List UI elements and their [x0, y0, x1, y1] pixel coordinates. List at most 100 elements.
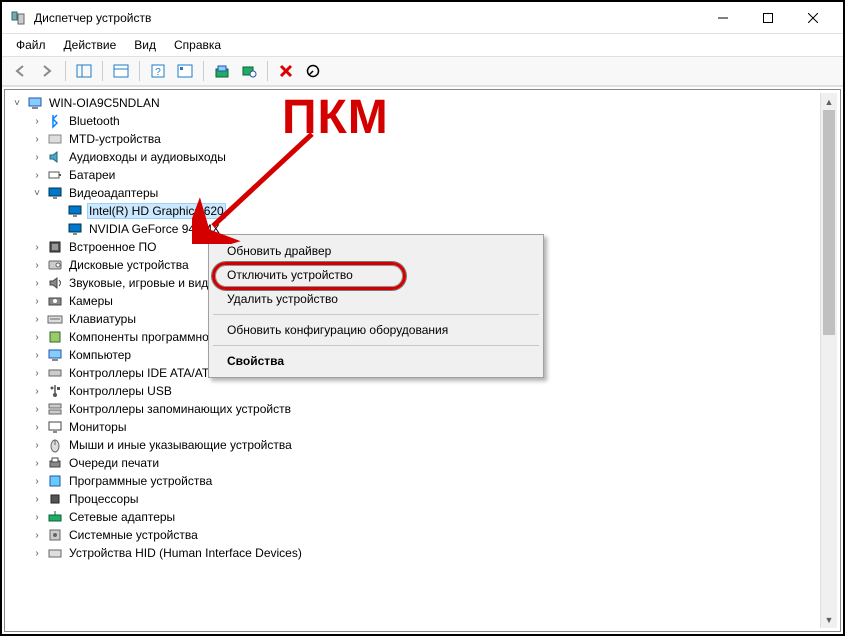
sound-icon — [47, 275, 63, 291]
expand-icon[interactable]: › — [31, 511, 43, 523]
category-label: Камеры — [67, 294, 115, 308]
display-icon — [47, 185, 63, 201]
toolbar-separator — [139, 61, 140, 81]
app-icon — [10, 10, 26, 26]
category-node[interactable]: ›Системные устройства — [31, 526, 838, 544]
expand-icon[interactable]: › — [31, 475, 43, 487]
expand-icon[interactable]: › — [31, 403, 43, 415]
expand-icon[interactable]: › — [31, 277, 43, 289]
expand-icon[interactable]: › — [31, 493, 43, 505]
menu-help[interactable]: Справка — [166, 36, 229, 54]
collapse-icon[interactable]: ˅ — [11, 97, 23, 109]
print-icon — [47, 455, 63, 471]
category-label: Аудиовходы и аудиовыходы — [67, 150, 228, 164]
svg-text:?: ? — [155, 67, 161, 78]
category-node[interactable]: ›Мониторы — [31, 418, 838, 436]
display-icon — [67, 221, 83, 237]
category-node[interactable]: › Программные устройства — [31, 472, 838, 490]
category-node[interactable]: › Батареи — [31, 166, 838, 184]
vertical-scrollbar[interactable]: ▲ ▼ — [820, 93, 837, 628]
category-label: MTD-устройства — [67, 132, 163, 146]
ctx-disable-device[interactable]: Отключить устройство — [211, 263, 541, 287]
collapse-icon[interactable]: ˅ — [31, 187, 43, 199]
sw-icon — [47, 329, 63, 345]
expand-icon[interactable]: › — [31, 313, 43, 325]
scroll-track[interactable] — [821, 110, 837, 611]
monitor-icon — [47, 419, 63, 435]
category-node[interactable]: › Аудиовходы и аудиовыходы — [31, 148, 838, 166]
menubar: Файл Действие Вид Справка — [2, 34, 843, 56]
disable-button[interactable] — [301, 59, 325, 83]
category-label: Очереди печати — [67, 456, 161, 470]
toolbar-separator — [65, 61, 66, 81]
bt-icon — [47, 113, 63, 129]
update-driver-button[interactable] — [210, 59, 234, 83]
ctx-remove-device[interactable]: Удалить устройство — [211, 287, 541, 311]
expand-icon[interactable]: › — [31, 367, 43, 379]
expand-icon[interactable]: › — [31, 133, 43, 145]
menu-file[interactable]: Файл — [8, 36, 54, 54]
category-label: Контроллеры USB — [67, 384, 174, 398]
category-node[interactable]: › MTD-устройства — [31, 130, 838, 148]
category-label: Процессоры — [67, 492, 141, 506]
expand-icon[interactable]: › — [31, 385, 43, 397]
expand-icon[interactable]: › — [31, 169, 43, 181]
expand-icon[interactable]: › — [31, 331, 43, 343]
expand-icon[interactable]: › — [31, 151, 43, 163]
help-button[interactable]: ? — [146, 59, 170, 83]
menu-view[interactable]: Вид — [126, 36, 164, 54]
category-node[interactable]: ˅Видеоадаптеры — [31, 184, 838, 202]
category-node[interactable]: › Bluetooth — [31, 112, 838, 130]
category-node[interactable]: › Устройства HID (Human Interface Devices… — [31, 544, 838, 562]
expand-icon[interactable]: › — [31, 529, 43, 541]
action-button[interactable] — [173, 59, 197, 83]
category-node[interactable]: › Контроллеры USB — [31, 382, 838, 400]
close-button[interactable] — [790, 3, 835, 33]
expand-icon[interactable]: › — [31, 457, 43, 469]
expand-icon[interactable]: › — [31, 295, 43, 307]
category-node[interactable]: › Процессоры — [31, 490, 838, 508]
category-node[interactable]: ›Мыши и иные указывающие устройства — [31, 436, 838, 454]
expand-icon[interactable]: › — [31, 115, 43, 127]
scroll-up-button[interactable]: ▲ — [821, 93, 837, 110]
scroll-thumb[interactable] — [823, 110, 835, 335]
nav-forward-button[interactable] — [35, 59, 59, 83]
tree-root[interactable]: ˅WIN-OIA9C5NDLAN — [11, 94, 838, 112]
display-icon — [67, 203, 83, 219]
uninstall-button[interactable] — [274, 59, 298, 83]
ctx-scan-hardware[interactable]: Обновить конфигурацию оборудования — [211, 318, 541, 342]
scroll-down-button[interactable]: ▼ — [821, 611, 837, 628]
expand-icon[interactable]: › — [31, 439, 43, 451]
ctx-separator — [213, 314, 539, 315]
toolbar-separator — [267, 61, 268, 81]
scan-hardware-button[interactable] — [237, 59, 261, 83]
minimize-button[interactable] — [700, 3, 745, 33]
category-node[interactable]: ›Сетевые адаптеры — [31, 508, 838, 526]
toolbar-separator — [102, 61, 103, 81]
category-label: Bluetooth — [67, 114, 122, 128]
category-label: Программные устройства — [67, 474, 214, 488]
category-label: Контроллеры IDE ATA/ATAPI — [67, 366, 230, 380]
category-node[interactable]: › Очереди печати — [31, 454, 838, 472]
keyboard-icon — [47, 311, 63, 327]
device-node[interactable]: ·Intel(R) HD Graphics 620 — [51, 202, 838, 220]
storage-icon — [47, 401, 63, 417]
sw2-icon — [47, 473, 63, 489]
ctx-update-driver[interactable]: Обновить драйвер — [211, 239, 541, 263]
category-label: Устройства HID (Human Interface Devices) — [67, 546, 304, 560]
expand-icon[interactable]: › — [31, 547, 43, 559]
category-node[interactable]: ›Контроллеры запоминающих устройств — [31, 400, 838, 418]
expand-icon[interactable]: › — [31, 349, 43, 361]
expand-icon[interactable]: › — [31, 241, 43, 253]
nav-back-button[interactable] — [8, 59, 32, 83]
menu-action[interactable]: Действие — [56, 36, 125, 54]
window-title: Диспетчер устройств — [34, 11, 151, 25]
show-hide-tree-button[interactable] — [72, 59, 96, 83]
ctx-properties[interactable]: Свойства — [211, 349, 541, 373]
maximize-button[interactable] — [745, 3, 790, 33]
category-label: Батареи — [67, 168, 117, 182]
expand-icon[interactable]: › — [31, 259, 43, 271]
cpu-icon — [47, 491, 63, 507]
expand-icon[interactable]: › — [31, 421, 43, 433]
properties-button[interactable] — [109, 59, 133, 83]
